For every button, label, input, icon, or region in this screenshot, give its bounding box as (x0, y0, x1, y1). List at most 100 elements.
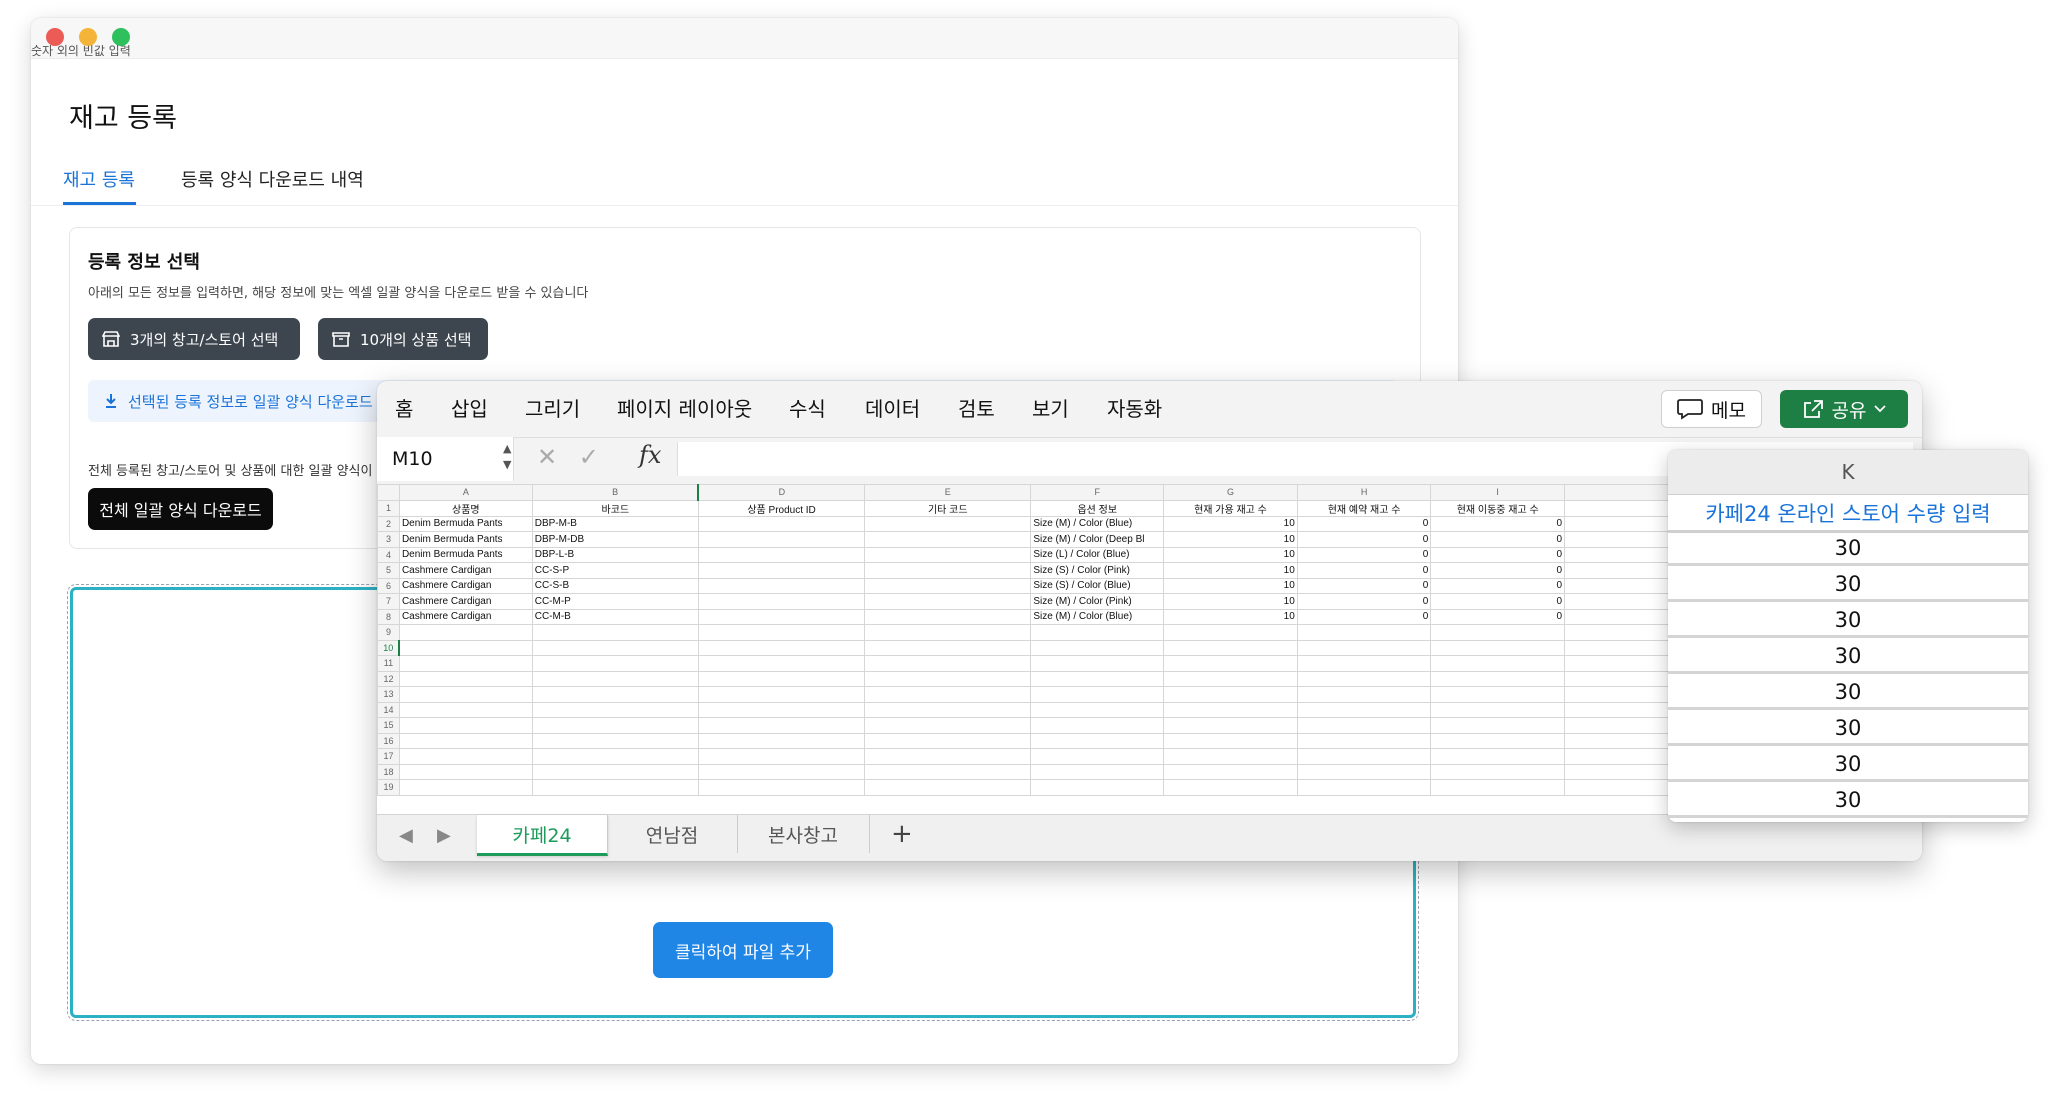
cell[interactable] (697, 531, 866, 548)
cell[interactable] (697, 779, 866, 796)
column-k-cell[interactable]: 30 (1668, 569, 2028, 602)
cell[interactable]: 0 (1430, 531, 1566, 548)
cell[interactable] (398, 717, 533, 734)
cell[interactable]: Cashmere Cardigan (398, 608, 533, 625)
cell[interactable] (1030, 779, 1165, 796)
column-header[interactable]: I (1430, 484, 1566, 501)
cell[interactable] (1163, 624, 1298, 641)
column-header[interactable]: F (1030, 484, 1165, 501)
cell[interactable] (398, 639, 533, 656)
cell[interactable]: 현재 예약 재고 수 (1296, 499, 1432, 517)
cell[interactable] (398, 732, 533, 749)
cell[interactable]: 0 (1430, 562, 1566, 579)
cell[interactable] (864, 779, 1032, 796)
cell[interactable] (398, 748, 533, 765)
cell[interactable]: Size (M) / Color (Pink) (1030, 593, 1165, 610)
cell[interactable] (1030, 717, 1165, 734)
cell[interactable] (1296, 779, 1432, 796)
confirm-icon[interactable]: ✓ (579, 443, 599, 471)
cell[interactable] (531, 686, 699, 703)
cell[interactable] (864, 608, 1032, 625)
cell[interactable] (864, 763, 1032, 780)
cell[interactable]: 10 (1163, 546, 1298, 563)
cell[interactable]: 0 (1430, 593, 1566, 610)
ribbon-page-layout[interactable]: 페이지 레이아웃 (617, 393, 752, 422)
cell[interactable] (697, 593, 866, 610)
cell[interactable] (398, 624, 533, 641)
cell[interactable] (1430, 717, 1566, 734)
cell[interactable] (398, 701, 533, 718)
cell[interactable]: 0 (1430, 577, 1566, 594)
row-header[interactable]: 9 (377, 624, 400, 641)
column-k-label[interactable]: 카페24 온라인 스토어 수량 입력 (1668, 496, 2028, 533)
column-k-cell[interactable]: 30 (1668, 605, 2028, 638)
row-header[interactable]: 14 (377, 701, 400, 718)
cell[interactable]: Cashmere Cardigan (398, 593, 533, 610)
cell[interactable] (398, 763, 533, 780)
ribbon-draw[interactable]: 그리기 (525, 393, 580, 422)
cell[interactable] (1296, 732, 1432, 749)
add-sheet-button[interactable]: + (891, 819, 913, 849)
sheet-prev-icon[interactable]: ◀ (399, 825, 413, 846)
cell[interactable] (531, 763, 699, 780)
cell[interactable] (1163, 686, 1298, 703)
cell[interactable]: Size (S) / Color (Blue) (1030, 577, 1165, 594)
cell[interactable] (1430, 732, 1566, 749)
cell[interactable]: 0 (1430, 515, 1566, 532)
row-header[interactable]: 19 (377, 779, 400, 796)
cell[interactable]: Size (L) / Color (Blue) (1030, 546, 1165, 563)
column-k-cell[interactable]: 30 (1668, 749, 2028, 782)
cell[interactable] (1163, 779, 1298, 796)
select-warehouse-button[interactable]: 3개의 창고/스토어 선택 (88, 318, 300, 360)
cell[interactable]: 현재 가용 재고 수 (1163, 499, 1298, 517)
cell[interactable]: 0 (1296, 515, 1432, 532)
cell[interactable] (1430, 639, 1566, 656)
add-file-button[interactable]: 클릭하여 파일 추가 (653, 922, 833, 978)
cell[interactable]: Denim Bermuda Pants (398, 515, 533, 532)
cell[interactable]: 옵션 정보 (1030, 499, 1165, 517)
tab-download-history[interactable]: 등록 양식 다운로드 내역 (181, 166, 364, 192)
cell[interactable] (1030, 624, 1165, 641)
cell[interactable] (531, 717, 699, 734)
row-header[interactable]: 13 (377, 686, 400, 703)
select-all-corner[interactable] (377, 484, 400, 501)
cell[interactable]: CC-S-P (531, 562, 699, 579)
cell[interactable] (531, 655, 699, 672)
cell[interactable]: 0 (1430, 546, 1566, 563)
cell[interactable] (1163, 717, 1298, 734)
cell[interactable] (1430, 779, 1566, 796)
cell[interactable] (1163, 655, 1298, 672)
cell[interactable] (531, 701, 699, 718)
cell[interactable]: 상품 Product ID (697, 499, 866, 517)
cell[interactable] (1296, 701, 1432, 718)
cell[interactable] (1296, 639, 1432, 656)
cell[interactable] (697, 562, 866, 579)
cell[interactable]: 0 (1296, 546, 1432, 563)
cell[interactable] (697, 639, 866, 656)
ribbon-review[interactable]: 검토 (958, 393, 995, 422)
cell[interactable] (864, 701, 1032, 718)
cell[interactable] (531, 732, 699, 749)
cell[interactable] (864, 732, 1032, 749)
cell[interactable] (697, 763, 866, 780)
cell[interactable] (697, 670, 866, 687)
cell[interactable] (1030, 748, 1165, 765)
cell[interactable] (864, 686, 1032, 703)
cell[interactable] (697, 577, 866, 594)
cell[interactable] (1030, 655, 1165, 672)
cell[interactable] (1296, 763, 1432, 780)
cell[interactable] (697, 546, 866, 563)
name-box[interactable]: M10 ▲ ▼ (377, 437, 514, 481)
select-product-button[interactable]: 10개의 상품 선택 (318, 318, 488, 360)
cell[interactable] (864, 531, 1032, 548)
cell[interactable] (1430, 655, 1566, 672)
cell[interactable] (1030, 701, 1165, 718)
column-header[interactable]: G (1163, 484, 1298, 501)
cell[interactable] (1430, 763, 1566, 780)
cell[interactable]: Cashmere Cardigan (398, 562, 533, 579)
cell[interactable] (864, 655, 1032, 672)
cell[interactable] (864, 624, 1032, 641)
cell[interactable]: DBP-M-B (531, 515, 699, 532)
row-header[interactable]: 3 (377, 531, 400, 548)
cell[interactable] (1296, 717, 1432, 734)
